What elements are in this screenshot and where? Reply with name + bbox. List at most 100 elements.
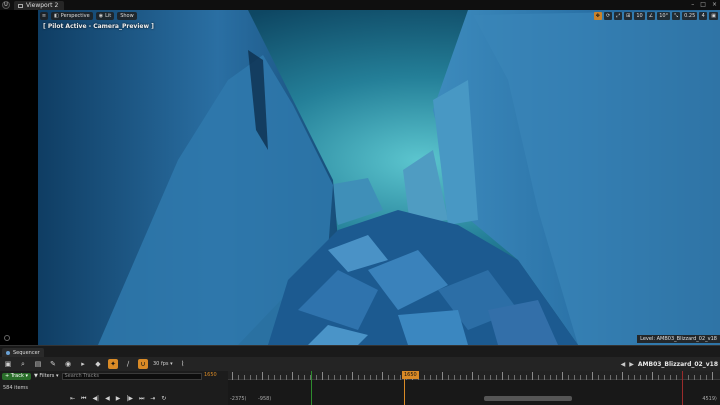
lit-label: Lit <box>105 13 112 19</box>
search-tracks-input[interactable]: Search Tracks <box>61 372 202 380</box>
scale-tool-button[interactable]: ⤢ <box>614 12 623 20</box>
playback-start-marker[interactable] <box>311 371 312 405</box>
play-button[interactable]: ▶ <box>116 395 121 403</box>
playback-end-marker[interactable] <box>682 371 683 405</box>
app-window: U Viewport 2 – □ × ≡ ◧ Perspective ◉ Lit… <box>0 0 720 405</box>
scale-snap-toggle[interactable]: ⤡ <box>672 12 681 20</box>
playhead-frame-label[interactable]: 1650 <box>402 371 419 379</box>
lit-button[interactable]: ◉ Lit <box>95 12 115 20</box>
minimize-button[interactable]: – <box>691 1 694 8</box>
ruler-tick <box>280 375 281 380</box>
viewport-scene[interactable]: ≡ ◧ Perspective ◉ Lit Show [ Pilot Activ… <box>38 10 720 345</box>
back-arrow-icon[interactable]: ◀ <box>621 361 626 368</box>
snap-icon[interactable]: ◆ <box>93 359 103 369</box>
ruler-tick <box>538 375 539 380</box>
sequencer-toolbar: ▣ ⌕ ▤ ✎ ◉ ▸ ◆ ✦ ∕ ∪ 30 fps ▾ ⌇ ◀ ▶ AMB03… <box>0 357 720 371</box>
ruler-tick <box>250 375 251 380</box>
viewport-settings-icon[interactable] <box>4 335 10 341</box>
tab-viewport-label: Viewport 2 <box>26 2 59 9</box>
save-icon[interactable]: ▣ <box>3 359 13 369</box>
ruler-tick <box>322 372 323 380</box>
ruler-tick <box>622 372 623 380</box>
maximize-button[interactable]: □ <box>700 1 706 8</box>
items-count: 584 items <box>3 385 29 391</box>
lit-icon: ◉ <box>98 13 104 19</box>
jump-to-start-button[interactable]: ⇤ <box>70 395 75 403</box>
ruler-tick <box>340 375 341 380</box>
viewport[interactable]: ≡ ◧ Perspective ◉ Lit Show [ Pilot Activ… <box>0 10 720 345</box>
ruler-tick <box>652 372 653 380</box>
tab-viewport[interactable]: Viewport 2 <box>14 1 64 10</box>
ruler-tick <box>478 375 479 380</box>
frame-rate-dropdown[interactable]: 30 fps ▾ <box>153 361 173 367</box>
filters-dropdown[interactable]: ▼ Filters ▾ <box>34 373 59 379</box>
window-controls: – □ × <box>691 1 717 8</box>
ruler-tick <box>502 372 503 380</box>
ruler-tick <box>634 375 635 380</box>
ruler-tick <box>454 375 455 380</box>
camera-speed-button[interactable]: 4 <box>699 12 708 20</box>
jump-to-end-button[interactable]: ⇥ <box>150 395 155 403</box>
close-button[interactable]: × <box>712 1 717 8</box>
ruler-tick <box>598 375 599 380</box>
play-reverse-button[interactable]: ◀ <box>105 395 110 403</box>
ruler-tick <box>526 375 527 380</box>
magnet-icon[interactable]: ∪ <box>138 359 148 369</box>
previous-key-button[interactable]: ⏮ <box>81 395 86 403</box>
ruler-tick <box>442 372 443 380</box>
ruler-tick <box>520 375 521 380</box>
step-forward-button[interactable]: |▶ <box>126 395 133 403</box>
rotation-snap-value[interactable]: 10° <box>657 12 671 20</box>
search-icon[interactable]: ⌕ <box>18 359 28 369</box>
grid-snap-value[interactable]: 10 <box>634 12 645 20</box>
viewport-toolbar-right: ✥ ⟳ ⤢ ⊞ 10 ∠ 10° ⤡ 0.25 4 ▣ <box>593 12 718 20</box>
ruler-tick <box>292 372 293 380</box>
ruler-tick <box>556 375 557 380</box>
playhead[interactable] <box>404 379 405 405</box>
loop-button[interactable]: ↻ <box>161 395 166 403</box>
viewport-options-button[interactable]: ≡ <box>40 12 48 20</box>
ruler-tick <box>586 375 587 380</box>
ruler-tick <box>238 375 239 380</box>
rotate-tool-button[interactable]: ⟳ <box>603 12 613 20</box>
current-frame-field[interactable]: 1650 <box>204 372 217 378</box>
maximize-viewport-button[interactable]: ▣ <box>709 12 718 20</box>
perspective-button[interactable]: ◧ Perspective <box>51 12 93 20</box>
add-track-button[interactable]: + Track ▾ <box>2 372 31 380</box>
perspective-label: Perspective <box>60 13 90 19</box>
range-start-field[interactable]: -2375⟩ <box>230 396 246 402</box>
ruler-tick <box>262 372 263 380</box>
show-button[interactable]: Show <box>117 12 137 20</box>
brush-icon[interactable]: ✦ <box>108 359 118 369</box>
viewport-icon <box>18 3 23 8</box>
forward-arrow-icon[interactable]: ▶ <box>629 361 634 368</box>
range-end-field[interactable]: 4519⟩ <box>702 396 717 402</box>
tab-sequencer[interactable]: Sequencer <box>2 348 44 357</box>
key-icon[interactable]: ✎ <box>48 359 58 369</box>
timeline-scrollbar[interactable] <box>484 396 572 401</box>
clapper-icon[interactable]: ▤ <box>33 359 43 369</box>
ruler-tick <box>370 375 371 380</box>
ruler-tick <box>706 375 707 380</box>
timeline[interactable]: 1650 -2375⟩ -958⟩ 4519⟩ <box>228 371 720 405</box>
ruler-tick <box>592 372 593 380</box>
graph-icon[interactable]: ⌇ <box>178 359 188 369</box>
rotation-snap-toggle[interactable]: ∠ <box>646 12 656 20</box>
eye-icon[interactable]: ◉ <box>63 359 73 369</box>
ruler-tick <box>286 375 287 380</box>
curve-editor-icon[interactable]: ∕ <box>123 359 133 369</box>
track-controls: + Track ▾ ▼ Filters ▾ Search Tracks <box>2 372 202 380</box>
view-start-field[interactable]: -958⟩ <box>258 396 271 402</box>
ruler-tick <box>580 375 581 380</box>
translate-tool-button[interactable]: ✥ <box>593 12 602 20</box>
ruler-tick <box>466 375 467 380</box>
play-icon[interactable]: ▸ <box>78 359 88 369</box>
tab-sequencer-label: Sequencer <box>13 349 40 356</box>
step-back-button[interactable]: ◀| <box>92 395 99 403</box>
scale-snap-value[interactable]: 0.25 <box>682 12 698 20</box>
grid-snap-toggle[interactable]: ⊞ <box>624 12 633 20</box>
unreal-logo-icon: U <box>2 1 10 9</box>
time-ruler[interactable] <box>228 371 720 380</box>
next-key-button[interactable]: ⏭ <box>139 395 144 403</box>
sequencer-tab-bar: Sequencer <box>0 345 720 357</box>
